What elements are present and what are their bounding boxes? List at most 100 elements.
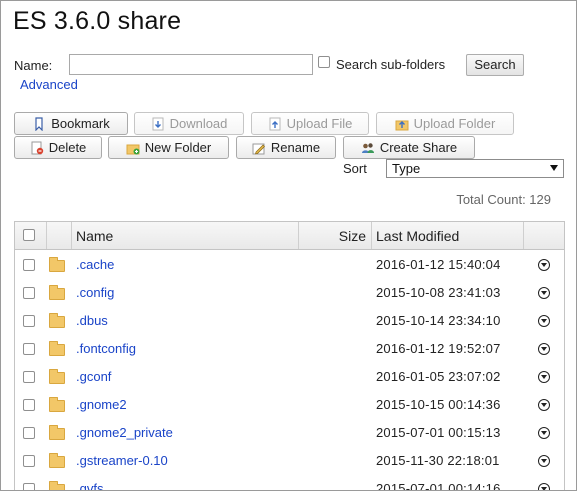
name-label: Name: [14,58,53,73]
upload-file-icon [268,117,282,131]
row-menu-icon[interactable] [538,343,550,355]
table-row[interactable]: .gnome2 2015-10-15 00:14:36 [15,391,564,419]
new-folder-icon [126,141,140,155]
create-share-label: Create Share [379,140,458,155]
last-modified: 2015-10-15 00:14:36 [376,397,501,412]
row-checkbox[interactable] [23,399,35,411]
search-subfolders-label: Search sub-folders [336,57,446,72]
table-row[interactable]: .gconf 2016-01-05 23:07:02 [15,363,564,391]
search-button[interactable]: Search [466,54,524,76]
folder-icon [49,481,65,490]
upload-file-label: Upload File [286,116,353,131]
name-search-input[interactable] [69,54,313,75]
file-size [299,251,367,279]
row-checkbox[interactable] [23,259,35,271]
select-all-checkbox[interactable] [23,229,35,241]
name-column-header[interactable]: Name [72,222,299,249]
row-menu-icon[interactable] [538,259,550,271]
delete-button[interactable]: Delete [14,136,102,159]
rename-icon [252,141,266,155]
share-window: ES 3.6.0 share Name: Search sub-folders … [0,0,577,491]
row-menu-icon[interactable] [538,427,550,439]
folder-icon [49,453,65,468]
bookmark-button[interactable]: Bookmark [14,112,128,135]
last-modified: 2016-01-05 23:07:02 [376,369,501,384]
file-size [299,307,367,335]
advanced-link[interactable]: Advanced [20,77,78,92]
row-menu-icon[interactable] [538,315,550,327]
row-checkbox[interactable] [23,315,35,327]
row-checkbox[interactable] [23,371,35,383]
file-name-link[interactable]: .gstreamer-0.10 [76,447,168,475]
last-modified: 2015-10-14 23:34:10 [376,313,501,328]
row-menu-icon[interactable] [538,455,550,467]
delete-label: Delete [48,140,87,155]
file-size [299,391,367,419]
row-checkbox[interactable] [23,455,35,467]
file-name-link[interactable]: .config [76,279,114,307]
file-size [299,279,367,307]
new-folder-label: New Folder [144,140,212,155]
upload-folder-label: Upload Folder [413,116,496,131]
file-size [299,419,367,447]
row-menu-icon[interactable] [538,399,550,411]
last-modified: 2015-11-30 22:18:01 [376,453,500,468]
upload-folder-button[interactable]: Upload Folder [376,112,514,135]
delete-icon [30,141,44,155]
file-size [299,335,367,363]
sort-selected-value: Type [392,161,421,176]
table-row[interactable]: .gstreamer-0.10 2015-11-30 22:18:01 [15,447,564,475]
file-name-link[interactable]: .gconf [76,363,111,391]
sort-label: Sort [343,161,367,176]
upload-file-button[interactable]: Upload File [251,112,369,135]
file-name-link[interactable]: .cache [76,251,114,279]
select-all-cell [15,222,47,249]
upload-folder-icon [395,117,409,131]
folder-icon [49,397,65,412]
download-button[interactable]: Download [134,112,244,135]
row-menu-icon[interactable] [538,371,550,383]
table-row[interactable]: .dbus 2015-10-14 23:34:10 [15,307,564,335]
file-name-link[interactable]: .dbus [76,307,108,335]
table-row[interactable]: .fontconfig 2016-01-12 19:52:07 [15,335,564,363]
folder-icon [49,285,65,300]
bookmark-label: Bookmark [51,116,110,131]
row-menu-icon[interactable] [538,287,550,299]
row-checkbox[interactable] [23,427,35,439]
file-name-link[interactable]: .gvfs [76,475,103,490]
download-label: Download [169,116,228,131]
file-name-link[interactable]: .gnome2 [76,391,127,419]
rename-label: Rename [270,140,321,155]
share-users-icon [361,141,375,155]
bookmark-icon [32,116,46,131]
table-row[interactable]: .gvfs 2015-07-01 00:14:16 [15,475,564,491]
rename-button[interactable]: Rename [236,136,336,159]
file-size [299,447,367,475]
folder-icon [49,425,65,440]
file-size [299,363,367,391]
size-column-header[interactable]: Size [299,222,372,249]
file-name-link[interactable]: .gnome2_private [76,419,173,447]
type-column-header [47,222,72,249]
file-size [299,475,367,490]
file-name-link[interactable]: .fontconfig [76,335,136,363]
create-share-button[interactable]: Create Share [343,136,475,159]
download-icon [151,117,165,131]
row-checkbox[interactable] [23,287,35,299]
last-modified: 2016-01-12 15:40:04 [376,257,501,272]
actions-column-header [524,222,564,249]
row-checkbox[interactable] [23,483,35,490]
page-title: ES 3.6.0 share [13,7,182,35]
row-menu-icon[interactable] [538,483,550,490]
modified-column-header[interactable]: Last Modified [372,222,524,249]
row-checkbox[interactable] [23,343,35,355]
last-modified: 2015-07-01 00:15:13 [376,425,501,440]
table-row[interactable]: .gnome2_private 2015-07-01 00:15:13 [15,419,564,447]
new-folder-button[interactable]: New Folder [108,136,229,159]
last-modified: 2016-01-12 19:52:07 [376,341,501,356]
last-modified: 2015-07-01 00:14:16 [376,481,501,491]
table-row[interactable]: .config 2015-10-08 23:41:03 [15,279,564,307]
sort-select[interactable]: Type [386,159,564,178]
table-row[interactable]: .cache 2016-01-12 15:40:04 [15,251,564,279]
search-subfolders-checkbox[interactable] [318,56,330,68]
